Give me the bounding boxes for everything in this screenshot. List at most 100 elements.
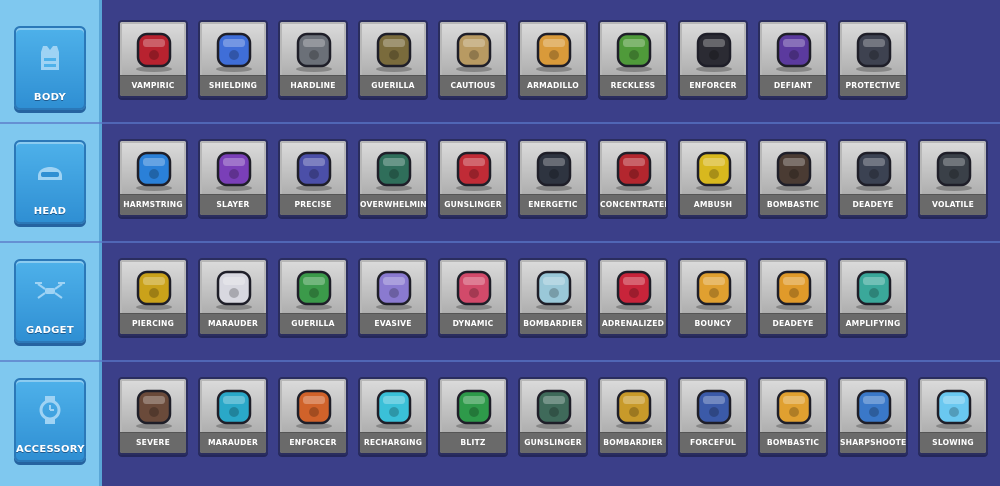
- item-card[interactable]: ADRENALIZED: [598, 258, 668, 336]
- item-label: BOMBASTIC: [760, 194, 826, 215]
- item-card[interactable]: FORCEFUL: [678, 377, 748, 455]
- ammo-belt-icon: [288, 385, 340, 431]
- headphones-icon: [768, 147, 820, 193]
- item-label: VOLATILE: [920, 194, 986, 215]
- item-label: PIERCING: [120, 313, 186, 334]
- item-card[interactable]: DEADEYE: [758, 258, 828, 336]
- item-card[interactable]: DEFIANT: [758, 20, 828, 98]
- item-card[interactable]: DYNAMIC: [438, 258, 508, 336]
- item-card[interactable]: HARDLINE: [278, 20, 348, 98]
- item-card[interactable]: CAUTIOUS: [438, 20, 508, 98]
- blue-glove-icon: [688, 385, 740, 431]
- cyan-wristband-icon: [368, 385, 420, 431]
- row-divider: [0, 360, 1000, 362]
- black-harness-icon: [688, 28, 740, 74]
- olive-vest-icon: [368, 28, 420, 74]
- category-gadget-button[interactable]: GADGET: [14, 259, 86, 343]
- item-label: ENERGETIC: [520, 194, 586, 215]
- item-card[interactable]: GUERILLA: [358, 20, 428, 98]
- item-card[interactable]: RECHARGING: [358, 377, 428, 455]
- item-card[interactable]: BOMBARDIER: [598, 377, 668, 455]
- item-card[interactable]: PRECISE: [278, 139, 348, 217]
- green-band-icon: [448, 385, 500, 431]
- vest-icon: [41, 46, 59, 70]
- item-label: BOMBASTIC: [760, 432, 826, 453]
- item-label: GUNSLINGER: [520, 432, 586, 453]
- item-card[interactable]: MARAUDER: [198, 377, 268, 455]
- item-label: GUERILLA: [360, 75, 426, 96]
- item-card[interactable]: SHARPSHOOTER: [838, 377, 908, 455]
- category-head-button[interactable]: HEAD: [14, 140, 86, 224]
- teal-drone-icon: [848, 266, 900, 312]
- item-card[interactable]: RECKLESS: [598, 20, 668, 98]
- watch-icon: [39, 396, 61, 424]
- gold-watch-icon: [608, 385, 660, 431]
- item-card[interactable]: BOUNCY: [678, 258, 748, 336]
- body-items-row: VAMPIRIC SHIELDING HARDLINE GUERILLA CAUTIOU…: [118, 20, 908, 98]
- item-label: DEFIANT: [760, 75, 826, 96]
- category-label: GADGET: [26, 325, 74, 336]
- item-card[interactable]: GUNSLINGER: [438, 139, 508, 217]
- item-card[interactable]: AMBUSH: [678, 139, 748, 217]
- item-card[interactable]: VOLATILE: [918, 139, 988, 217]
- item-card[interactable]: MARAUDER: [198, 258, 268, 336]
- item-card[interactable]: SEVERE: [118, 377, 188, 455]
- item-card[interactable]: ENFORCER: [678, 20, 748, 98]
- item-card[interactable]: GUNSLINGER: [518, 377, 588, 455]
- category-body-button[interactable]: BODY: [14, 26, 86, 110]
- tan-vest-icon: [448, 28, 500, 74]
- skull-headband-icon: [208, 147, 260, 193]
- item-card[interactable]: DEADEYE: [838, 139, 908, 217]
- item-card[interactable]: SLOWING: [918, 377, 988, 455]
- helicopter-icon: [528, 266, 580, 312]
- item-label: BLITZ: [440, 432, 506, 453]
- green-helmet-icon: [368, 147, 420, 193]
- item-label: RECKLESS: [600, 75, 666, 96]
- category-label: BODY: [33, 92, 67, 103]
- gold-helmet-icon: [688, 147, 740, 193]
- category-accessory-button[interactable]: ACCESSORY: [14, 378, 86, 462]
- item-card[interactable]: EVASIVE: [358, 258, 428, 336]
- item-card[interactable]: VAMPIRIC: [118, 20, 188, 98]
- item-card[interactable]: SHIELDING: [198, 20, 268, 98]
- item-card[interactable]: ENFORCER: [278, 377, 348, 455]
- item-card[interactable]: SLAYER: [198, 139, 268, 217]
- red-hat-icon: [448, 147, 500, 193]
- item-label: BOUNCY: [680, 313, 746, 334]
- item-label: DEADEYE: [840, 194, 906, 215]
- item-label: BOMBARDIER: [520, 313, 586, 334]
- item-label: ENFORCER: [280, 432, 346, 453]
- item-card[interactable]: ARMADILLO: [518, 20, 588, 98]
- beret-icon: [608, 147, 660, 193]
- item-card[interactable]: AMPLIFYING: [838, 258, 908, 336]
- item-card[interactable]: GUERILLA: [278, 258, 348, 336]
- item-card[interactable]: ENERGETIC: [518, 139, 588, 217]
- item-card[interactable]: CONCENTRATED: [598, 139, 668, 217]
- category-label: HEAD: [33, 206, 67, 217]
- item-card[interactable]: BOMBASTIC: [758, 139, 828, 217]
- orange-armor-icon: [528, 28, 580, 74]
- item-card[interactable]: PIERCING: [118, 258, 188, 336]
- hover-car-icon: [288, 266, 340, 312]
- purple-jacket-icon: [768, 28, 820, 74]
- helmet-icon: [38, 167, 62, 180]
- scope-bracer-icon: [848, 385, 900, 431]
- item-card[interactable]: BLITZ: [438, 377, 508, 455]
- item-label: SLAYER: [200, 194, 266, 215]
- item-label: ARMADILLO: [520, 75, 586, 96]
- item-card[interactable]: OVERWHELMING: [358, 139, 428, 217]
- gadget-items-row: PIERCING MARAUDER GUERILLA EVASIVE DYNAMIC BO…: [118, 258, 908, 336]
- item-card[interactable]: HARMSTRING: [118, 139, 188, 217]
- item-label: PROTECTIVE: [840, 75, 906, 96]
- item-label: SLOWING: [920, 432, 986, 453]
- wasp-drone-icon: [128, 266, 180, 312]
- item-label: EVASIVE: [360, 313, 426, 334]
- item-card[interactable]: PROTECTIVE: [838, 20, 908, 98]
- gold-ring-icon: [768, 385, 820, 431]
- row-divider: [0, 241, 1000, 243]
- item-card[interactable]: BOMBARDIER: [518, 258, 588, 336]
- item-label: DYNAMIC: [440, 313, 506, 334]
- item-label: DEADEYE: [760, 313, 826, 334]
- item-label: AMPLIFYING: [840, 313, 906, 334]
- item-card[interactable]: BOMBASTIC: [758, 377, 828, 455]
